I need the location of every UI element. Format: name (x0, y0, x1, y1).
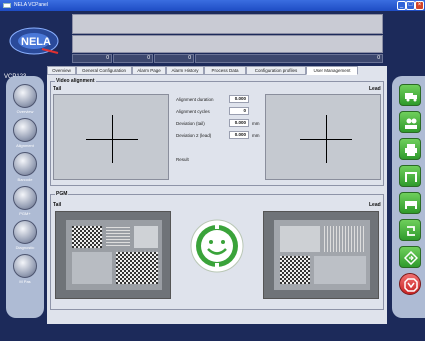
pgm-title: PGM (55, 191, 69, 197)
tray-button[interactable] (399, 192, 421, 214)
window-titlebar: NELA VCPanel _ □ × (0, 0, 425, 11)
alignment-cycles-value: 0 (229, 107, 249, 115)
truck-button[interactable] (399, 84, 421, 106)
tab-alarm-history[interactable]: Alarm History (166, 66, 204, 75)
pgm-nav-label: PGM+ (19, 211, 31, 216)
tab-general-configuration[interactable]: General Configuration (76, 66, 132, 75)
tab-bar: Overview General Configuration Alarm Pag… (47, 66, 387, 75)
printer-icon (405, 144, 417, 156)
overview-nav-button[interactable] (13, 84, 37, 108)
pgm-lead-pattern (274, 220, 370, 290)
svg-text:NELA: NELA (21, 36, 51, 48)
alignment-nav-label: Alignment (16, 143, 34, 148)
refresh-icon (407, 226, 415, 236)
tab-process-data[interactable]: Process Data (204, 66, 246, 75)
barcode-value: 0 (195, 54, 383, 63)
main-panel: Overview General Configuration Alarm Pag… (47, 66, 387, 324)
pgm-tail-label: Tail (53, 202, 62, 208)
frame-icon (405, 172, 417, 182)
header-panel: NELA 0 0 0 0 State Plate Counter Total B… (0, 11, 425, 80)
maximize-button[interactable]: □ (406, 1, 415, 10)
pgm-tail-pattern (66, 220, 162, 290)
lead-crosshair-v (326, 115, 327, 163)
m-pas-nav-button[interactable] (13, 254, 37, 278)
deviation-lead-value: 0.000 (229, 131, 249, 139)
window-title: NELA VCPanel (14, 2, 48, 8)
tray-icon (405, 201, 417, 209)
frame-button[interactable] (399, 165, 421, 187)
left-nav-bar: Overview Alignment Barcode PGM+ Diagnost… (6, 76, 44, 318)
video-alignment-title: Video alignment (55, 78, 96, 84)
app-icon (3, 3, 11, 8)
pgm-nav-button[interactable] (13, 186, 37, 210)
truck-icon (405, 93, 417, 102)
printer-button[interactable] (399, 138, 421, 160)
barcode-nav-button[interactable] (13, 152, 37, 176)
message-field (72, 35, 383, 53)
state-counter: 0 (72, 54, 112, 63)
total-value: 0 (154, 54, 194, 63)
users-icon (405, 118, 417, 129)
video-tail-label: Tail (53, 86, 62, 92)
close-button[interactable]: × (415, 1, 424, 10)
lead-camera-view (265, 94, 381, 180)
alignment-duration-value: 0.000 (229, 95, 249, 103)
stop-icon (404, 278, 418, 292)
plate-counter-value: 0 (113, 54, 153, 63)
tail-camera-view (53, 94, 169, 180)
result-smiley-icon (190, 219, 244, 273)
tab-configuration-profiles[interactable]: Configuration profiles (246, 66, 306, 75)
tab-overview[interactable]: Overview (47, 66, 76, 75)
minimize-button[interactable]: _ (397, 1, 406, 10)
deviation-tail-label: Deviation (tail) (176, 121, 205, 126)
deviation-tail-value: 0.000 (229, 119, 249, 127)
tail-crosshair-v (112, 115, 113, 163)
pgm-lead-label: Lead (369, 202, 381, 208)
tab-alarm-page[interactable]: Alarm Page (132, 66, 166, 75)
status-banner (72, 14, 383, 34)
barcode-nav-label: Barcode (17, 177, 33, 182)
deviation-lead-unit: mm (252, 133, 260, 138)
result-label: Result (176, 157, 189, 162)
nela-logo: NELA (9, 27, 59, 55)
pgm-lead-image (263, 211, 379, 299)
video-lead-label: Lead (369, 86, 381, 92)
tab-user-management[interactable]: User Management (306, 66, 358, 75)
alignment-nav-button[interactable] (13, 118, 37, 142)
refresh-button[interactable] (399, 219, 421, 241)
diamond-go-icon (404, 251, 418, 265)
pgm-tail-image (55, 211, 171, 299)
right-action-bar (392, 76, 425, 318)
diagnostic-nav-label: Diagnostic (15, 245, 35, 250)
deviation-tail-unit: mm (252, 121, 260, 126)
users-button[interactable] (399, 111, 421, 133)
diagnostic-nav-button[interactable] (13, 220, 37, 244)
overview-nav-label: Overview (16, 109, 34, 114)
deviation-lead-label: Deviation 2 (lead) (176, 133, 212, 138)
alignment-cycles-label: Alignment cycles (176, 109, 210, 114)
m-pas-nav-label: M Pas (19, 279, 31, 284)
diamond-go-button[interactable] (399, 246, 421, 268)
stop-button[interactable] (399, 273, 421, 295)
alignment-duration-label: Alignment duration (176, 97, 214, 102)
